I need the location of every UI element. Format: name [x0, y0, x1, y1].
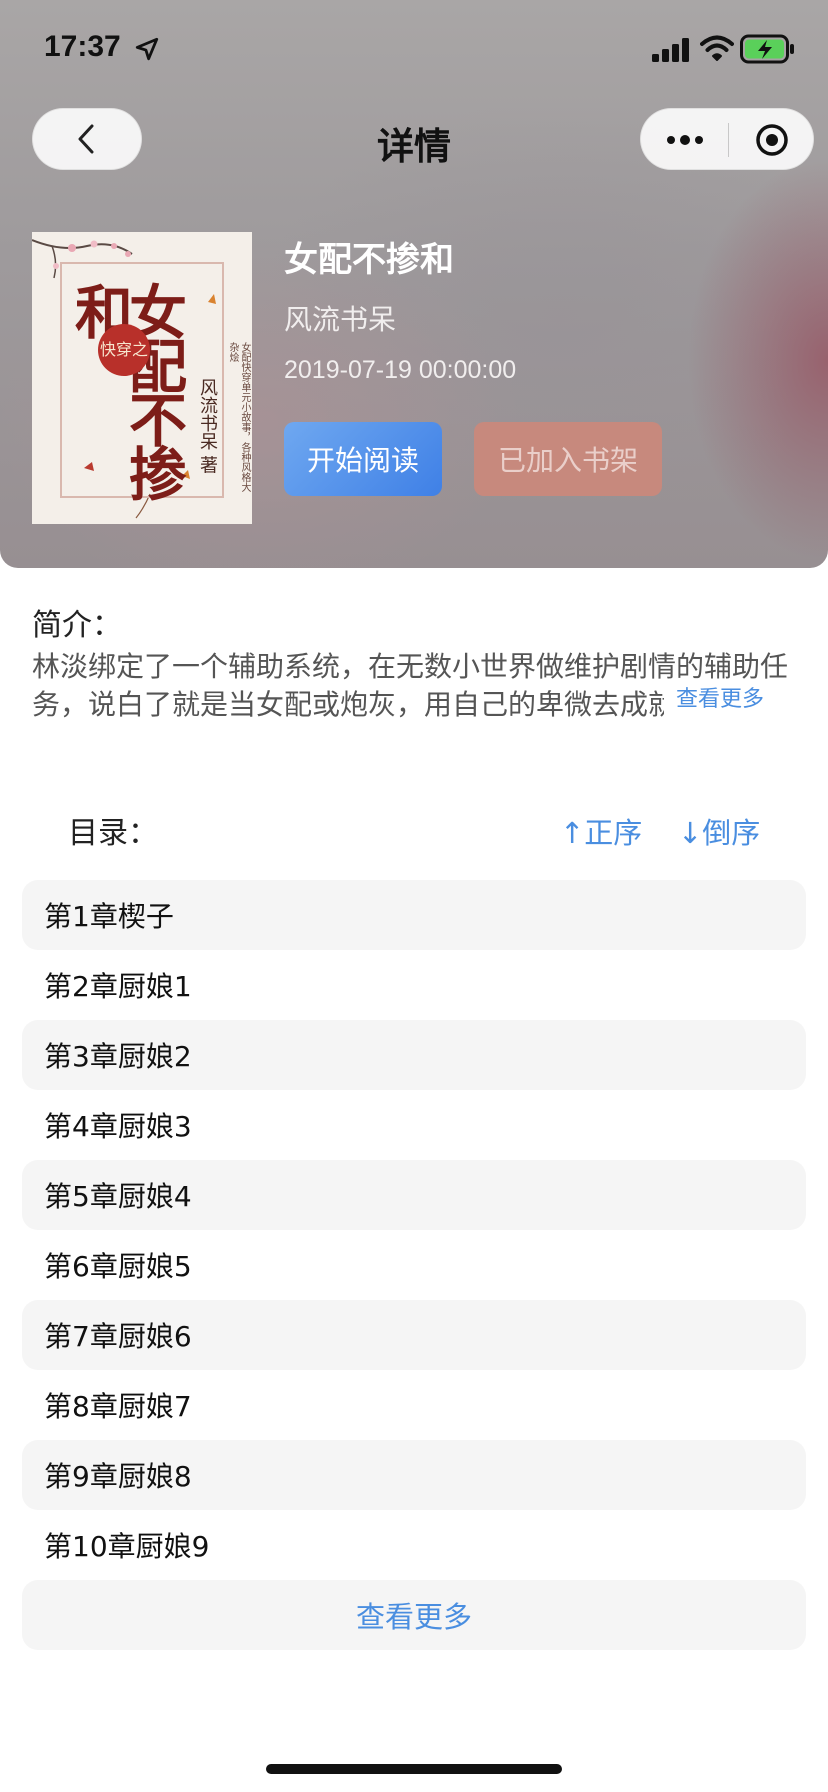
view-more-chapters-button[interactable]: 查看更多 [22, 1580, 806, 1650]
book-cover[interactable]: 女配不掺和 快穿之 风流书呆 著 女配快穿单元小故事，各种风格大杂烩 [32, 232, 252, 524]
toc-label: 目录： [68, 816, 158, 851]
book-header: 17:37 详情 女配不掺和 快穿之 风流书呆 著 女配快穿单元小故事，各种风格… [0, 0, 828, 568]
chapter-list: 第1章楔子 第2章厨娘1 第3章厨娘2 第4章厨娘3 第5章厨娘4 第6章厨娘5… [22, 880, 806, 1580]
chapter-item[interactable]: 第6章厨娘5 [22, 1230, 806, 1300]
book-date: 2019-07-19 00:00:00 [284, 356, 517, 384]
cover-blurb: 女配快穿单元小故事，各种风格大杂烩 [227, 342, 250, 492]
home-indicator[interactable] [266, 1764, 562, 1774]
chapter-item[interactable]: 第4章厨娘3 [22, 1090, 806, 1160]
battery-charging-icon [740, 34, 794, 64]
chapter-item[interactable]: 第5章厨娘4 [22, 1160, 806, 1230]
chapter-item[interactable]: 第3章厨娘2 [22, 1020, 806, 1090]
status-bar: 17:37 [0, 0, 828, 100]
cover-seal: 快穿之 [98, 324, 150, 376]
chapter-item[interactable]: 第8章厨娘7 [22, 1370, 806, 1440]
target-circle-icon [756, 124, 788, 156]
more-dots-icon [666, 135, 703, 145]
intro-view-more-link[interactable]: 查看更多 [664, 680, 794, 720]
mini-program-capsule [640, 108, 814, 170]
wifi-icon [700, 35, 734, 61]
sort-ascending-button[interactable]: ↑正序 [560, 810, 642, 852]
more-options-button[interactable] [641, 109, 728, 171]
navigation-bar: 详情 [0, 104, 828, 174]
start-reading-button[interactable]: 开始阅读 [284, 422, 442, 496]
chapter-item[interactable]: 第10章厨娘9 [22, 1510, 806, 1580]
book-author: 风流书呆 [284, 303, 397, 336]
chapter-item[interactable]: 第7章厨娘6 [22, 1300, 806, 1370]
chapter-item[interactable]: 第1章楔子 [22, 880, 806, 950]
chapter-item[interactable]: 第9章厨娘8 [22, 1440, 806, 1510]
intro-label: 简介： [32, 608, 122, 643]
added-to-shelf-button[interactable]: 已加入书架 [474, 422, 662, 496]
cover-title: 女配不掺和 [65, 282, 187, 498]
cellular-signal-icon [652, 38, 689, 62]
sort-descending-button[interactable]: ↓倒序 [678, 810, 760, 852]
cover-author: 风流书呆 著 [197, 378, 218, 474]
location-arrow-icon [135, 37, 159, 61]
book-title: 女配不掺和 [284, 240, 454, 280]
close-mini-program-button[interactable] [729, 109, 815, 171]
status-time: 17:37 [44, 30, 121, 63]
chapter-item[interactable]: 第2章厨娘1 [22, 950, 806, 1020]
